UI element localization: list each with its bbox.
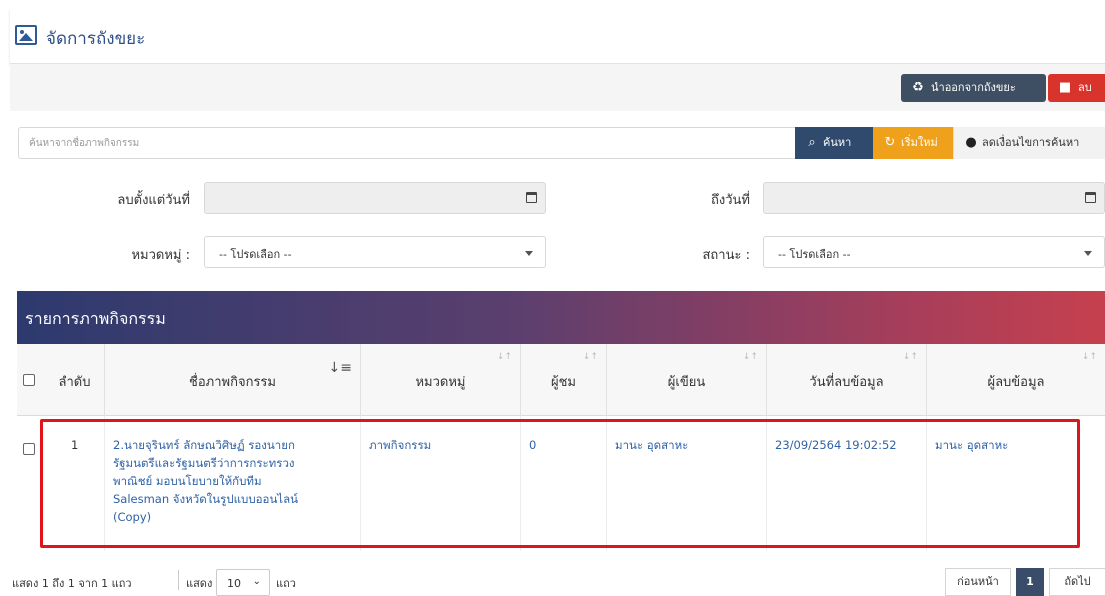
chevron-down-icon [525,251,533,256]
less-conditions-button[interactable]: ● ลดเงื่อนไขการค้นหา [953,127,1105,159]
column-header-label: ลำดับ [58,375,91,390]
panel-title: รายการภาพกิจกรรม [25,309,166,328]
sort-ascending-icon: ↓≡ [328,360,352,376]
refresh-icon: ↻ [884,135,896,150]
page-size-value: 10 [227,577,241,590]
calendar-icon [1085,192,1096,203]
column-header-label: ผู้ชม [550,375,576,390]
column-category[interactable]: หมวดหมู่ ↓↑ [361,344,521,416]
status-label: สถานะ : [702,248,751,263]
deleted-from-label: ลบตั้งแต่วันที่ [117,193,190,208]
table-header: ลำดับ ชื่อภาพกิจกรรม ↓≡ หมวดหมู่ ↓↑ ผู้ช… [17,344,1105,416]
divider [178,570,179,590]
page-header: จัดการถังขยะ [10,8,1105,64]
to-date-field[interactable] [763,182,1105,214]
column-header-label: ผู้เขียน [667,375,706,390]
reset-button-label: เริ่มใหม่ [901,136,938,149]
column-header-label: หมวดหมู่ [415,375,466,390]
search-input[interactable] [19,128,795,158]
calendar-icon [526,192,537,203]
pagination-info: แสดง 1 ถึง 1 จาก 1 แถว [12,577,132,590]
column-header-label: วันที่ลบข้อมูล [809,375,884,390]
search-bar: ⌕ ค้นหา ↻ เริ่มใหม่ ● ลดเงื่อนไขการค้นหา [18,127,1105,159]
to-date-label: ถึงวันที่ [711,193,750,208]
sort-icon: ↓↑ [496,352,512,362]
search-button[interactable]: ⌕ ค้นหา [795,127,873,159]
column-author[interactable]: ผู้เขียน ↓↑ [607,344,767,416]
category-selected-value: -- โปรดเลือก -- [219,248,292,261]
column-header-label: ผู้ลบข้อมูล [987,375,1045,390]
delete-label: ลบ [1078,81,1092,94]
page-1-button[interactable]: 1 [1016,568,1044,596]
search-button-label: ค้นหา [823,136,852,149]
restore-label: นำออกจากถังขยะ [931,81,1016,94]
chevron-down-icon [1084,251,1092,256]
previous-page-button[interactable]: ก่อนหน้า [945,568,1011,596]
delete-button[interactable]: ■ ลบ [1048,74,1105,102]
next-page-button[interactable]: ถัดไป [1049,568,1105,596]
minus-circle-icon: ● [965,135,977,150]
deleted-from-date-field[interactable] [204,182,546,214]
recycle-icon: ♻ [912,80,924,95]
panel-header: รายการภาพกิจกรรม [17,291,1105,344]
category-select[interactable]: -- โปรดเลือก -- [204,236,546,268]
show-label: แสดง [186,577,213,590]
status-select[interactable]: -- โปรดเลือก -- [763,236,1105,268]
sort-icon: ↓↑ [902,352,918,362]
reset-button[interactable]: ↻ เริ่มใหม่ [873,127,953,159]
row-checkbox[interactable] [23,443,35,455]
column-index[interactable]: ลำดับ [45,344,105,416]
select-all-cell [17,344,45,416]
column-deleted-by[interactable]: ผู้ลบข้อมูล ↓↑ [927,344,1105,416]
restore-from-trash-button[interactable]: ♻ นำออกจากถังขยะ [901,74,1046,102]
column-name[interactable]: ชื่อภาพกิจกรรม ↓≡ [105,344,361,416]
search-icon: ⌕ [808,135,816,150]
select-all-checkbox[interactable] [23,374,35,386]
rows-label: แถว [276,577,296,590]
trash-icon: ■ [1058,80,1072,95]
status-selected-value: -- โปรดเลือก -- [778,248,851,261]
page-size-select[interactable]: 10 ⌄ [216,569,270,596]
column-deleted-date[interactable]: วันที่ลบข้อมูล ↓↑ [767,344,927,416]
column-header-label: ชื่อภาพกิจกรรม [189,375,276,390]
sort-icon: ↓↑ [742,352,758,362]
category-label: หมวดหมู่ : [131,248,190,263]
toolbar: ♻ นำออกจากถังขยะ ■ ลบ [10,64,1105,111]
page-title: จัดการถังขยะ [46,29,146,49]
chevron-down-icon: ⌄ [252,576,261,587]
image-icon [15,25,37,45]
sort-icon: ↓↑ [582,352,598,362]
less-conditions-label: ลดเงื่อนไขการค้นหา [982,136,1080,149]
column-views[interactable]: ผู้ชม ↓↑ [521,344,607,416]
sort-icon: ↓↑ [1081,352,1097,362]
highlight-box [40,419,1080,548]
